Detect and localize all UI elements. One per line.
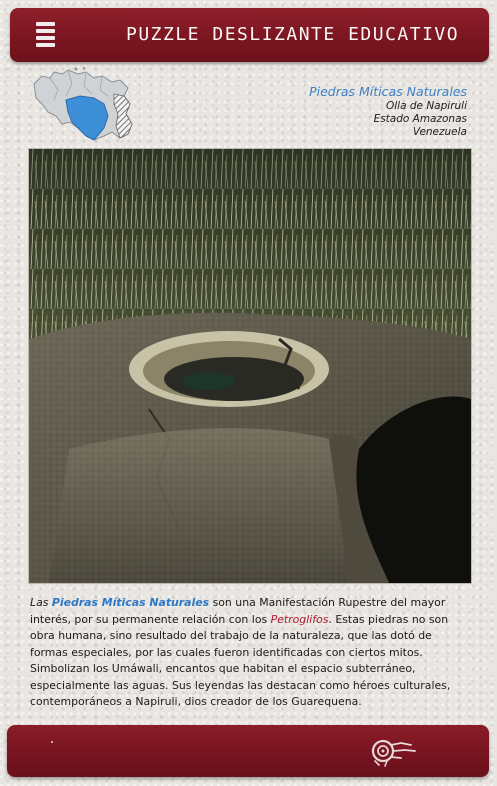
location-title: Piedras Míticas Naturales	[309, 84, 467, 99]
description-intro: Las	[30, 596, 49, 609]
petroglyph-logo-icon[interactable]	[367, 735, 419, 767]
hamburger-menu-icon[interactable]	[36, 22, 55, 48]
location-country: Venezuela	[412, 126, 467, 138]
footer-dot	[51, 741, 53, 743]
footer-bar	[7, 725, 489, 777]
description-term-piedras: Piedras Míticas Naturales	[51, 596, 210, 609]
piedras-miticas-photo	[28, 148, 472, 584]
description-text: Las Piedras Míticas Naturales son una Ma…	[30, 595, 470, 711]
location-place: Olla de Napiruli	[385, 100, 467, 112]
description-term-petroglifos: Petroglifos	[270, 612, 329, 626]
location-state: Estado Amazonas	[373, 113, 467, 125]
description-part2: . Estas piedras no son obra humana, sino…	[30, 612, 451, 709]
location-block: Piedras Míticas Naturales Olla de Napiru…	[309, 84, 467, 139]
header-bar: PUZZLE DESLIZANTE EDUCATIVO	[10, 8, 489, 62]
venezuela-map-icon	[28, 66, 134, 146]
app-title: PUZZLE DESLIZANTE EDUCATIVO	[126, 24, 460, 45]
